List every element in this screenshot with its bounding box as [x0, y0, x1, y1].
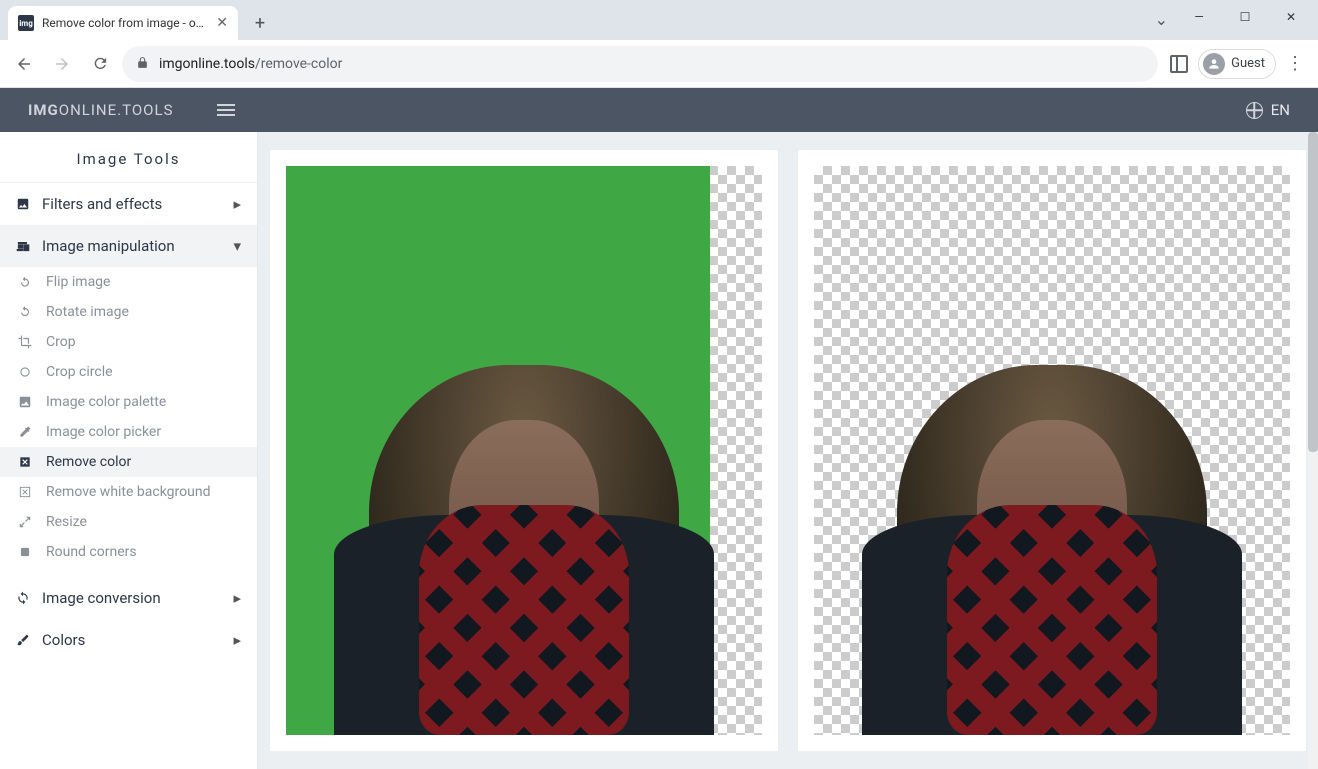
sidebar-cat-colors[interactable]: Colors ▸ [0, 619, 257, 661]
new-tab-button[interactable]: + [246, 9, 274, 37]
sidebar-item-crop[interactable]: Crop [0, 327, 257, 357]
sidebar-item-label: Resize [46, 514, 87, 530]
browser-right-controls: Guest ⋮ [1164, 49, 1310, 79]
menu-icon[interactable] [217, 104, 235, 116]
language-selector[interactable]: EN [1246, 101, 1290, 119]
after-image-card [798, 150, 1306, 751]
person-illustration [314, 255, 734, 735]
globe-icon [1246, 102, 1263, 119]
lock-icon [136, 56, 149, 72]
address-bar[interactable]: imgonline.tools/remove-color [122, 46, 1158, 82]
sidebar-item-label: Remove color [46, 454, 131, 470]
sync-icon [16, 591, 30, 605]
tabs-dropdown-icon[interactable]: ⌄ [1155, 10, 1168, 29]
sidebar-item-rotate[interactable]: Rotate image [0, 297, 257, 327]
window-minimize-button[interactable]: — [1176, 0, 1222, 34]
url-text: imgonline.tools/remove-color [159, 56, 342, 72]
browser-tab-strip: img Remove color from image - onlin ✕ + … [0, 0, 1318, 40]
sidebar-item-color-palette[interactable]: Image color palette [0, 387, 257, 417]
side-panel-icon[interactable] [1170, 55, 1188, 73]
sidebar-item-label: Crop [46, 334, 76, 350]
sidebar-cat-manipulations[interactable]: Image manipulation ▾ [0, 225, 257, 267]
sidebar-item-label: Image color palette [46, 394, 166, 410]
circle-icon [18, 365, 34, 379]
sidebar-item-round-corners[interactable]: Round corners [0, 537, 257, 567]
forward-button[interactable] [46, 48, 78, 80]
sidebar-title: Image Tools [0, 132, 257, 183]
content-area: Image Tools Filters and effects ▸ Image … [0, 132, 1318, 769]
window-close-button[interactable]: ✕ [1268, 0, 1314, 34]
scrollbar-track[interactable] [1308, 132, 1318, 769]
brush-icon [16, 633, 30, 647]
sidebar-item-resize[interactable]: Resize [0, 507, 257, 537]
browser-menu-icon[interactable]: ⋮ [1286, 53, 1304, 74]
chevron-right-icon: ▸ [233, 589, 241, 607]
tab-favicon: img [18, 15, 34, 31]
window-maximize-button[interactable]: ☐ [1222, 0, 1268, 34]
url-path: /remove-color [255, 56, 342, 72]
sidebar-item-label: Crop circle [46, 364, 113, 380]
window-controls: — ☐ ✕ [1176, 0, 1314, 34]
brand-logo[interactable]: IMGONLINE.TOOLS [28, 101, 173, 119]
before-image[interactable] [286, 166, 762, 735]
language-label: EN [1271, 101, 1290, 119]
person-illustration [842, 255, 1262, 735]
tab-title: Remove color from image - onlin [42, 16, 208, 30]
sidebar-item-flip[interactable]: Flip image [0, 267, 257, 297]
scrollbar-thumb[interactable] [1308, 132, 1318, 452]
sidebar-item-label: Round corners [46, 544, 137, 560]
sidebar-item-color-picker[interactable]: Image color picker [0, 417, 257, 447]
devices-icon [16, 239, 30, 253]
reload-button[interactable] [84, 48, 116, 80]
app-header: IMGONLINE.TOOLS EN [0, 88, 1318, 132]
crop-icon [18, 335, 34, 349]
browser-toolbar: imgonline.tools/remove-color Guest ⋮ [0, 40, 1318, 88]
url-host: imgonline.tools [159, 56, 255, 72]
sidebar-cat-label: Colors [42, 631, 221, 649]
sidebar-item-label: Rotate image [46, 304, 129, 320]
sidebar-cat-label: Filters and effects [42, 195, 221, 213]
chevron-right-icon: ▸ [233, 195, 241, 213]
eyedropper-icon [18, 425, 34, 439]
sidebar-item-remove-white-bg[interactable]: Remove white background [0, 477, 257, 507]
close-tab-icon[interactable]: ✕ [216, 15, 228, 31]
sidebar-item-remove-color[interactable]: Remove color [0, 447, 257, 477]
chevron-down-icon: ▾ [233, 237, 241, 255]
sidebar-item-crop-circle[interactable]: Crop circle [0, 357, 257, 387]
image-icon [16, 197, 30, 211]
sidebar-cat-image-conversion[interactable]: Image conversion ▸ [0, 577, 257, 619]
remove-color-icon [18, 455, 34, 469]
sidebar: Image Tools Filters and effects ▸ Image … [0, 132, 258, 769]
before-image-card [270, 150, 778, 751]
back-button[interactable] [8, 48, 40, 80]
after-image[interactable] [814, 166, 1290, 735]
sidebar-item-label: Remove white background [46, 484, 210, 500]
sidebar-item-label: Flip image [46, 274, 110, 290]
sidebar-cat-label: Image conversion [42, 589, 221, 607]
remove-bg-icon [18, 485, 34, 499]
sidebar-cat-filters[interactable]: Filters and effects ▸ [0, 183, 257, 225]
square-icon [18, 545, 34, 559]
browser-tab[interactable]: img Remove color from image - onlin ✕ [8, 6, 238, 40]
profile-label: Guest [1231, 56, 1265, 71]
profile-button[interactable]: Guest [1198, 49, 1276, 79]
resize-icon [18, 515, 34, 529]
palette-icon [18, 395, 34, 409]
refresh-icon [18, 275, 34, 289]
sidebar-item-label: Image color picker [46, 424, 161, 440]
main-panel [258, 132, 1318, 769]
sidebar-cat-label: Image manipulation [42, 237, 221, 255]
chevron-right-icon: ▸ [233, 631, 241, 649]
avatar-icon [1203, 53, 1225, 75]
rotate-icon [18, 305, 34, 319]
